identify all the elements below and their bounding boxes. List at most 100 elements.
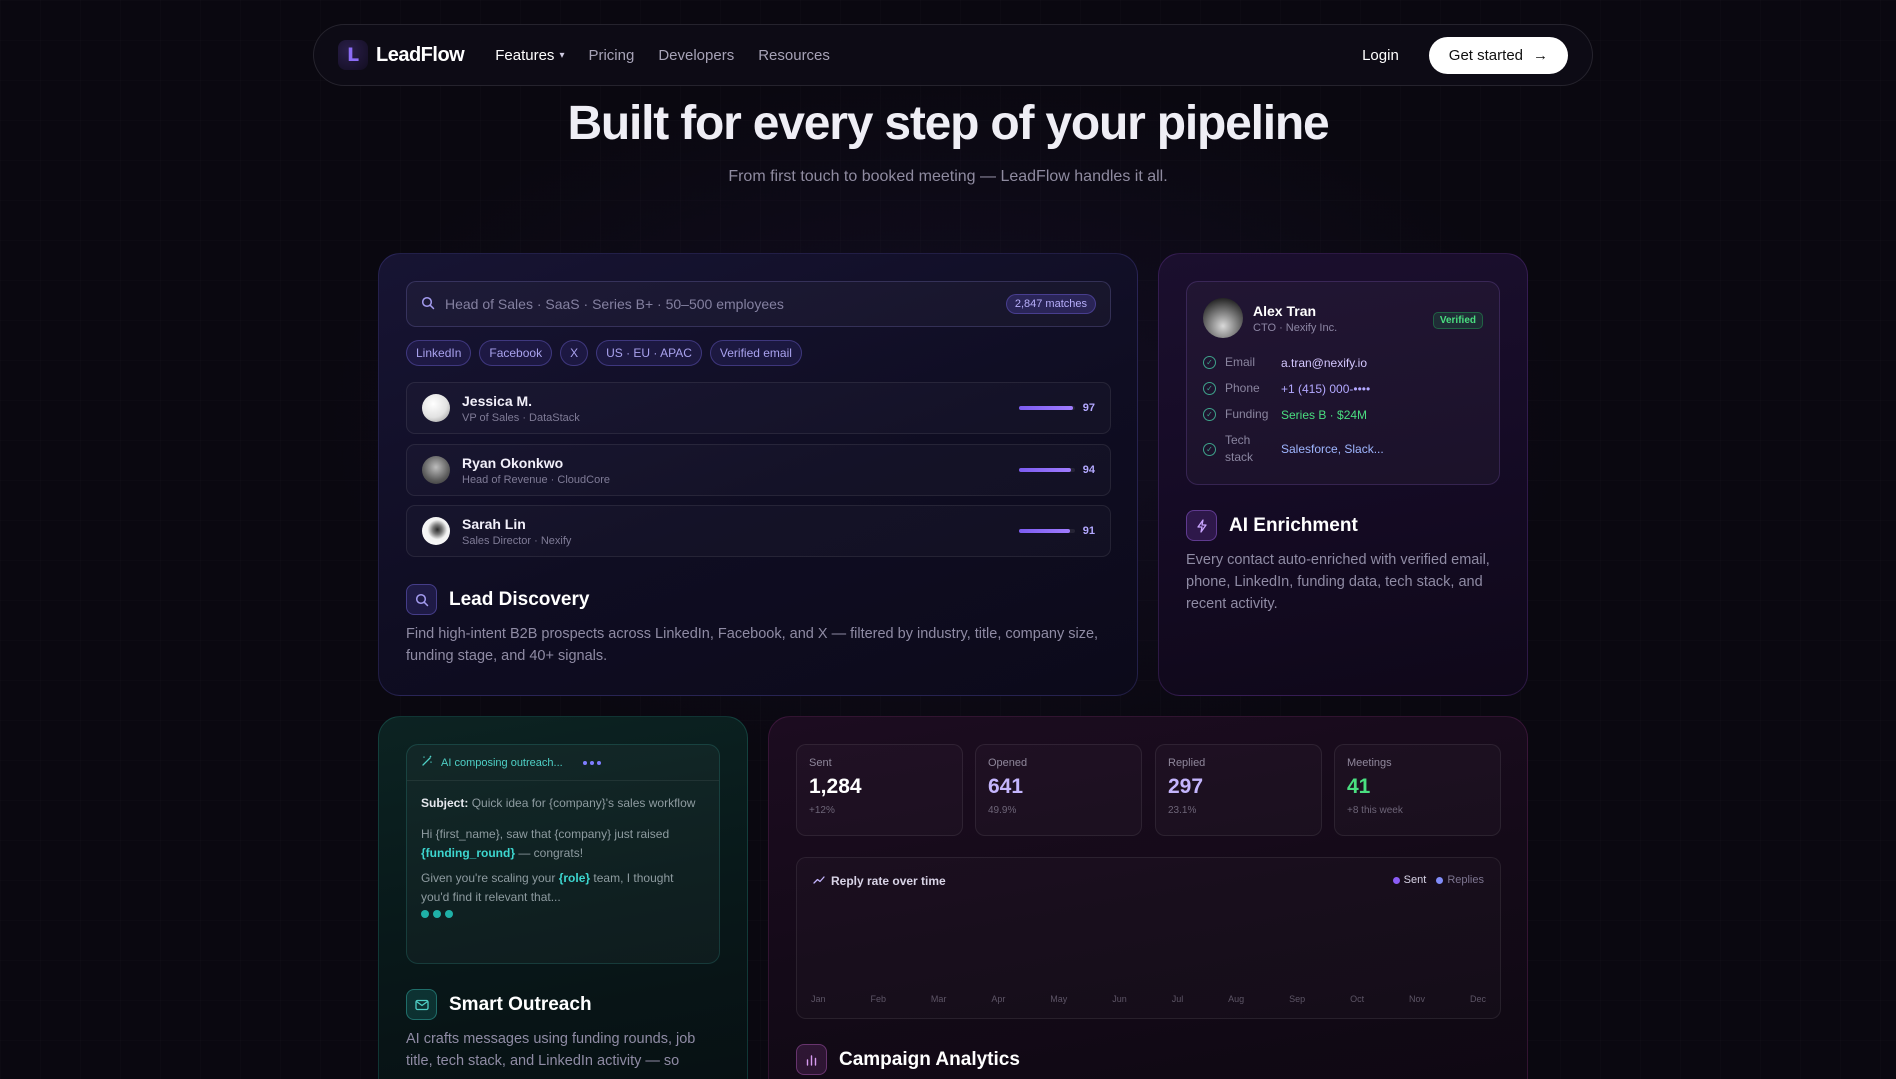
contact-name: Alex Tran: [1253, 302, 1317, 319]
contact-profile-card: Alex Tran CTO · Nexify Inc. Verified ✓ E…: [1186, 281, 1500, 485]
lead-row[interactable]: Jessica M. VP of Sales · DataStack 97: [406, 382, 1111, 434]
lead-name: Sarah Lin: [462, 515, 526, 532]
filter-chip-x[interactable]: X: [560, 340, 589, 366]
stat-card-sent: Sent 1,284 +12%: [796, 744, 963, 836]
brand-logo[interactable]: L LeadFlow: [338, 40, 465, 70]
check-circle-icon: ✓: [1203, 442, 1216, 456]
filter-chip-linkedin[interactable]: LinkedIn: [406, 340, 472, 366]
search-icon: [421, 296, 435, 313]
smart-outreach-card: AI composing outreach... Subject: Quick …: [378, 716, 748, 1079]
check-circle-icon: ✓: [1203, 382, 1216, 395]
get-started-label: Get started: [1448, 46, 1523, 64]
lead-role: Sales Director · Nexify: [462, 534, 572, 547]
check-circle-icon: ✓: [1203, 408, 1216, 421]
feature-description: Every contact auto-enriched with verifie…: [1186, 552, 1490, 612]
nav-link-label: Features: [495, 46, 555, 64]
magic-wand-icon: [421, 755, 433, 770]
x-tick: Jan: [811, 994, 826, 1004]
lead-role: VP of Sales · DataStack: [462, 411, 580, 424]
field-label: Funding: [1225, 407, 1269, 421]
avatar: [422, 456, 450, 484]
feature-header: Smart Outreach: [406, 989, 592, 1020]
field-label: Phone: [1225, 381, 1260, 395]
top-navbar: L LeadFlow Features ▾ Pricing Developers…: [313, 24, 1593, 86]
x-tick: May: [1050, 994, 1068, 1004]
reply-rate-chart: Reply rate over time Sent Replies Jan Fe…: [796, 857, 1501, 1019]
contact-role: CTO · Nexify Inc.: [1253, 321, 1338, 334]
stat-label: Replied: [1168, 757, 1206, 769]
nav-links: Features ▾ Pricing Developers Resources: [495, 47, 830, 64]
feature-header: Campaign Analytics: [796, 1044, 1020, 1075]
legend-item-sent: Sent: [1392, 874, 1426, 886]
x-tick: Dec: [1469, 994, 1486, 1004]
x-tick: Apr: [991, 994, 1006, 1004]
stat-value: 641: [988, 775, 1024, 798]
lead-name: Jessica M.: [462, 392, 533, 409]
legend-item-replies: Replies: [1436, 874, 1484, 886]
lead-row[interactable]: Sarah Lin Sales Director · Nexify 91: [406, 505, 1111, 557]
field-value: +1 (415) 000-••••: [1281, 381, 1371, 396]
avatar: [1203, 298, 1243, 338]
get-started-button[interactable]: Get started →: [1428, 36, 1568, 74]
feature-title: Lead Discovery: [449, 588, 590, 610]
nav-link-resources[interactable]: Resources: [758, 47, 830, 64]
field-label: Tech stack: [1225, 433, 1254, 464]
bar-chart-icon: [796, 1044, 827, 1075]
avatar: [422, 517, 450, 545]
x-tick: Jul: [1171, 994, 1184, 1004]
lead-score: 91: [1082, 525, 1095, 537]
stat-value: 1,284: [809, 775, 862, 798]
score-bar: [1018, 406, 1075, 410]
typing-indicator: [421, 910, 705, 918]
compose-status: AI composing outreach...: [441, 756, 563, 769]
loading-dots: [582, 760, 601, 765]
feature-title: Smart Outreach: [449, 993, 592, 1015]
x-tick: Feb: [870, 994, 886, 1004]
x-tick: Oct: [1350, 994, 1365, 1004]
login-link[interactable]: Login: [1362, 47, 1399, 64]
chart-x-axis: Jan Feb Mar Apr May Jun Jul Aug Sep Oct …: [811, 994, 1486, 1004]
email-compose-preview: AI composing outreach... Subject: Quick …: [406, 744, 720, 964]
nav-link-features[interactable]: Features ▾: [495, 47, 564, 64]
x-tick: Mar: [930, 994, 947, 1004]
score-bar: [1018, 468, 1075, 472]
search-query: Head of Sales · SaaS · Series B+ · 50–50…: [445, 296, 784, 312]
logo-icon: L: [338, 40, 368, 70]
lead-search-input[interactable]: Head of Sales · SaaS · Series B+ · 50–50…: [406, 281, 1111, 327]
avatar: [422, 394, 450, 422]
nav-link-developers[interactable]: Developers: [658, 47, 734, 64]
arrow-right-icon: →: [1533, 46, 1548, 64]
lead-role: Head of Revenue · CloudCore: [462, 473, 610, 486]
trending-up-icon: [813, 874, 825, 888]
email-line: Given you're scaling your {role} team, I…: [421, 871, 674, 904]
x-tick: Nov: [1409, 994, 1426, 1004]
search-icon: [406, 584, 437, 615]
feature-title: Campaign Analytics: [839, 1048, 1020, 1070]
filter-chip-region[interactable]: US · EU · APAC: [596, 340, 702, 366]
x-tick: Sep: [1289, 994, 1306, 1004]
mail-icon: [406, 989, 437, 1020]
check-circle-icon: ✓: [1203, 356, 1216, 369]
email-line: Hi {first_name}, saw that {company} just…: [421, 827, 670, 860]
nav-link-pricing[interactable]: Pricing: [588, 47, 634, 64]
filter-chip-verified-email[interactable]: Verified email: [709, 340, 802, 366]
lightning-icon: [1186, 510, 1217, 541]
stat-value: 297: [1168, 775, 1204, 798]
stat-label: Opened: [988, 757, 1028, 769]
filter-chip-facebook[interactable]: Facebook: [479, 340, 553, 366]
lead-discovery-card: Head of Sales · SaaS · Series B+ · 50–50…: [378, 253, 1138, 696]
stat-delta: 49.9%: [988, 805, 1017, 816]
lead-row[interactable]: Ryan Okonkwo Head of Revenue · CloudCore…: [406, 444, 1111, 496]
score-bar: [1018, 529, 1075, 533]
feature-header: Lead Discovery: [406, 584, 589, 615]
stat-delta: 23.1%: [1168, 805, 1197, 816]
field-value: Series B · $24M: [1281, 407, 1368, 422]
feature-header: AI Enrichment: [1186, 510, 1358, 541]
lead-score: 97: [1082, 402, 1095, 414]
feature-description: Find high-intent B2B prospects across Li…: [406, 626, 1099, 664]
filter-chips: LinkedIn Facebook X US · EU · APAC Verif…: [406, 340, 802, 366]
page-subtitle: From first touch to booked meeting — Lea…: [728, 168, 1168, 185]
feature-title: AI Enrichment: [1229, 514, 1358, 536]
campaign-analytics-card: Sent 1,284 +12% Opened 641 49.9% Replied…: [768, 716, 1528, 1079]
lead-name: Ryan Okonkwo: [462, 454, 564, 471]
